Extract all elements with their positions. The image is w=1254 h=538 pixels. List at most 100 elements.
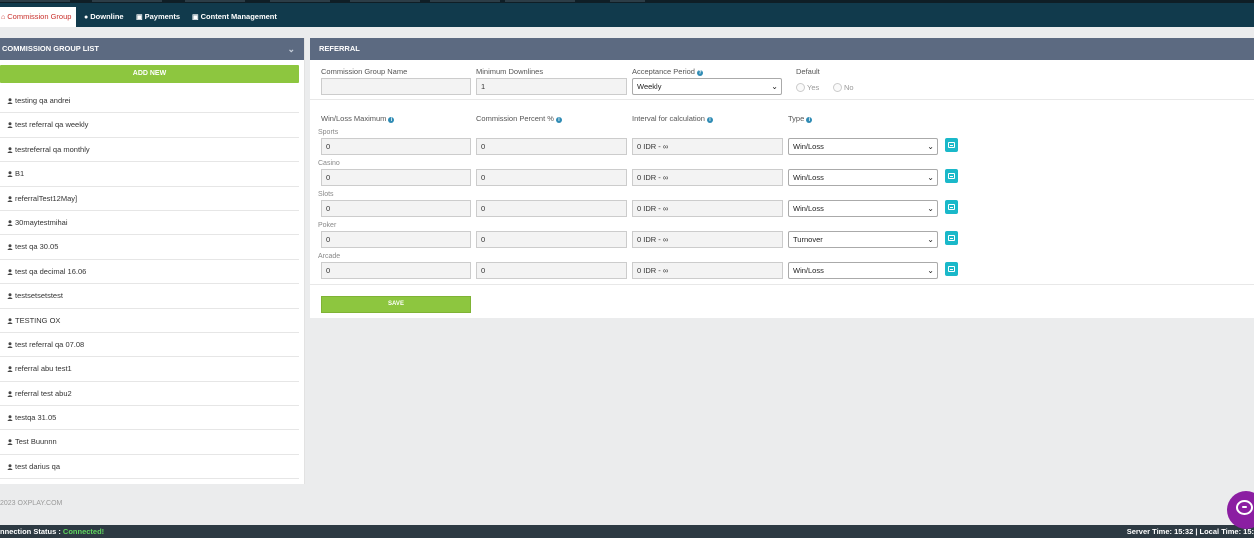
- list-item[interactable]: test qa 30.05: [0, 235, 299, 260]
- info-icon: i: [706, 117, 713, 123]
- group-list: testing qa andrei test referral qa weekl…: [0, 89, 299, 480]
- list-item[interactable]: referral test abu2: [0, 382, 299, 407]
- group-label: TESTING OX: [15, 315, 61, 325]
- winloss-max-input[interactable]: 0: [321, 138, 471, 155]
- user-icon: [7, 98, 13, 104]
- save-button[interactable]: SAVE: [321, 296, 471, 313]
- commission-percent-input[interactable]: 0: [476, 138, 627, 155]
- list-item[interactable]: 30maytestmihai: [0, 211, 299, 236]
- connection-label: nnection Status :: [0, 527, 63, 536]
- group-label: test qa 30.05: [15, 242, 59, 252]
- category-label: Arcade: [318, 253, 341, 260]
- user-icon: [7, 317, 13, 324]
- interval-input[interactable]: 0 IDR - ∞: [632, 169, 783, 186]
- type-select[interactable]: Win/Loss ⌄: [788, 138, 938, 155]
- acceptance-period-label: Acceptance Period?: [632, 67, 703, 76]
- interval-header: Interval for calculation i: [632, 114, 713, 123]
- list-item[interactable]: testsetsetstest: [0, 284, 299, 309]
- user-icon: [7, 171, 13, 178]
- interval-input[interactable]: 0 IDR - ∞: [632, 138, 783, 155]
- user-icon: [7, 244, 13, 251]
- minus-button[interactable]: [945, 200, 958, 214]
- winloss-max-input[interactable]: 0: [321, 200, 471, 217]
- panel-title: REFERRAL: [319, 44, 360, 53]
- user-icon: [7, 415, 13, 422]
- category-label: Sports: [318, 129, 339, 136]
- winloss-max-input[interactable]: 0: [321, 169, 471, 186]
- tab-payments[interactable]: ▣ Payments: [136, 7, 180, 27]
- user-icon: [7, 464, 13, 470]
- group-label: test qa decimal 16.06: [15, 266, 87, 276]
- tab-downline[interactable]: ● Downline: [84, 7, 124, 27]
- interval-input[interactable]: 0 IDR - ∞: [632, 262, 783, 279]
- winloss-max-input[interactable]: 0: [321, 231, 471, 248]
- type-select[interactable]: Win/Loss ⌄: [788, 262, 938, 279]
- info-icon: i: [806, 117, 813, 123]
- winloss-max-header: Win/Loss Maximum i: [321, 114, 395, 123]
- commission-percent-input[interactable]: 0: [476, 231, 627, 248]
- type-select[interactable]: Win/Loss ⌄: [788, 169, 938, 186]
- radio-circle-icon: [833, 83, 842, 92]
- minus-button[interactable]: [945, 262, 958, 276]
- minus-square-icon: [948, 266, 955, 272]
- user-icon: ●: [84, 14, 89, 21]
- list-item[interactable]: B1: [0, 162, 299, 187]
- list-item[interactable]: testqa 31.05: [0, 406, 299, 431]
- tab-label: Payments: [144, 12, 181, 21]
- default-yes-radio[interactable]: Yes: [796, 83, 819, 92]
- user-icon: [7, 366, 13, 373]
- chat-bubble-icon: [1236, 500, 1253, 515]
- user-icon: [7, 268, 13, 275]
- list-item[interactable]: referralTest12May]: [0, 187, 299, 211]
- add-new-button[interactable]: ADD NEW: [0, 65, 299, 83]
- chevron-down-icon: ⌄: [927, 235, 934, 244]
- chevron-down-icon: ⌄: [927, 266, 934, 275]
- commission-group-list-panel: COMMISSION GROUP LIST ⌄ ADD NEW testing …: [0, 38, 305, 484]
- panel-header: REFERRAL: [310, 38, 1254, 60]
- list-item[interactable]: test qa decimal 16.06: [0, 260, 299, 285]
- money-icon: ▣: [136, 14, 143, 21]
- list-item[interactable]: Test Buunnn: [0, 430, 299, 455]
- status-bar: nnection Status : Connected! Server Time…: [0, 525, 1254, 538]
- user-icon: [7, 195, 13, 202]
- interval-input[interactable]: 0 IDR - ∞: [632, 231, 783, 248]
- list-item[interactable]: testing qa andrei: [0, 89, 299, 114]
- list-item[interactable]: referral abu test1: [0, 357, 299, 382]
- interval-input[interactable]: 0 IDR - ∞: [632, 200, 783, 217]
- copyright: 2023 OXPLAY.COM: [0, 500, 63, 507]
- top-navbar: ⌂ Commission Group ● Downline ▣ Payments ▣ C…: [0, 3, 1254, 27]
- commission-percent-input[interactable]: 0: [476, 262, 627, 279]
- default-no-radio[interactable]: No: [833, 83, 854, 92]
- min-downlines-input[interactable]: 1: [476, 78, 627, 95]
- question-icon: ?: [696, 70, 703, 76]
- group-label: referral abu test1: [15, 364, 72, 374]
- chat-button[interactable]: [1227, 491, 1254, 529]
- referral-form-panel: REFERRAL Commission Group Name Minimum D…: [310, 38, 1254, 318]
- tab-content-management[interactable]: ▣ Content Management: [192, 7, 277, 27]
- list-item[interactable]: TESTING OX: [0, 309, 299, 333]
- list-item[interactable]: test referral qa weekly: [0, 113, 299, 138]
- group-name-input[interactable]: [321, 78, 471, 95]
- chevron-down-icon[interactable]: ⌄: [287, 38, 295, 60]
- list-item[interactable]: testreferral qa monthly: [0, 138, 299, 163]
- minus-square-icon: [948, 142, 955, 148]
- category-label: Poker: [318, 222, 337, 229]
- group-label: referral test abu2: [15, 388, 72, 398]
- type-select[interactable]: Turnover ⌄: [788, 231, 938, 248]
- user-icon: [7, 146, 13, 153]
- panel-header: COMMISSION GROUP LIST ⌄: [0, 38, 304, 60]
- winloss-max-input[interactable]: 0: [321, 262, 471, 279]
- acceptance-period-select[interactable]: Weekly ⌄: [632, 78, 782, 95]
- user-icon: [7, 220, 13, 226]
- panel-title: COMMISSION GROUP LIST: [2, 44, 99, 53]
- tab-commission-group[interactable]: ⌂ Commission Group: [0, 7, 77, 27]
- commission-percent-input[interactable]: 0: [476, 200, 627, 217]
- minus-button[interactable]: [945, 231, 958, 245]
- commission-percent-input[interactable]: 0: [476, 169, 627, 186]
- type-select[interactable]: Win/Loss ⌄: [788, 200, 938, 217]
- list-item[interactable]: test darius qa: [0, 455, 299, 480]
- group-label: B1: [15, 169, 25, 179]
- minus-button[interactable]: [945, 138, 958, 152]
- minus-button[interactable]: [945, 169, 958, 183]
- list-item[interactable]: test referral qa 07.08: [0, 333, 299, 358]
